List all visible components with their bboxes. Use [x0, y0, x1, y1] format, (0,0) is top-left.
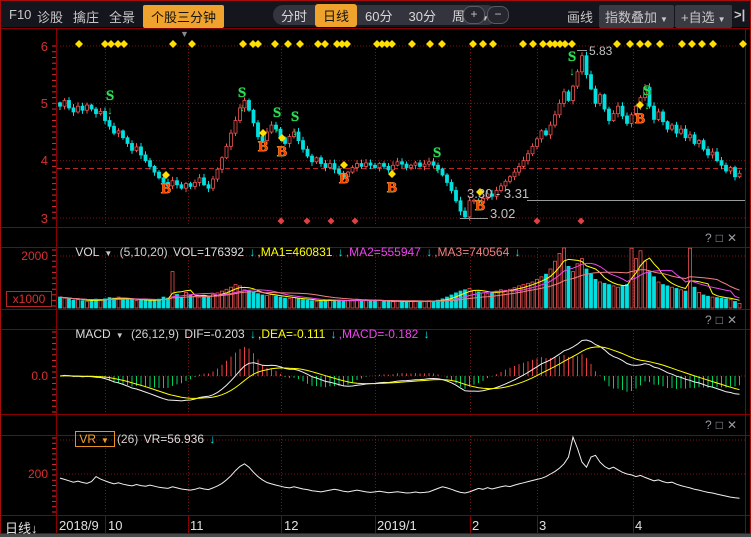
buy-marker: B	[635, 111, 645, 127]
draw-line-button[interactable]: 画线	[567, 7, 593, 26]
vol-indicator-selector[interactable]: VOL▼	[75, 245, 114, 259]
sell-marker: S	[643, 83, 651, 99]
buy-marker: B	[258, 139, 268, 155]
chevron-down-icon: ▼	[101, 436, 109, 445]
sell-arrow-icon: ↓	[434, 162, 440, 174]
vol-ma2-value: ,MA2=555947	[346, 245, 424, 259]
sell-marker: S	[273, 105, 281, 121]
vol-ma3-value: ,MA3=740564	[434, 245, 512, 259]
qinzhuang-button[interactable]: 擒庄	[73, 7, 99, 26]
down-arrow-icon: ↓	[338, 245, 344, 259]
x-label-7: 4	[635, 518, 642, 533]
peak-price-label: 5.83	[589, 44, 612, 58]
x-label-0: 2018/9	[59, 518, 99, 533]
add-watchlist-button[interactable]: +自选▼	[675, 5, 732, 28]
vol-panel-controls: ?□✕	[705, 231, 741, 245]
scroll-position-triangle-icon[interactable]: ▼	[180, 29, 189, 39]
help-icon[interactable]: ?	[705, 418, 716, 432]
main-ytick-5: 5	[0, 96, 48, 111]
down-arrow-icon: ↓	[209, 432, 215, 446]
vr-ytick-200: 200	[0, 467, 48, 481]
index-overlay-button[interactable]: 指数叠加▼	[599, 5, 674, 28]
x-label-2: 11	[190, 518, 204, 533]
sell-marker: S	[291, 109, 299, 125]
vol-scale-label: x1000	[6, 291, 52, 307]
down-arrow-icon: ↓	[331, 327, 337, 341]
stock-3min-button[interactable]: 个股三分钟	[143, 5, 224, 28]
chevron-down-icon: ▼	[104, 249, 112, 258]
tab-30min[interactable]: 30分	[401, 4, 444, 27]
buy-marker: B	[161, 181, 171, 197]
vr-panel-controls: ?□✕	[705, 418, 741, 432]
tab-fenshi[interactable]: 分时	[273, 4, 315, 27]
down-arrow-icon: ↓	[515, 245, 521, 259]
maximize-icon[interactable]: □	[716, 231, 727, 245]
sell-marker: S	[568, 49, 576, 65]
down-arrow-icon: ↓	[426, 245, 432, 259]
vol-ytick-2000: 2000	[0, 249, 48, 263]
macd-ytick-zero: 0.0	[0, 369, 48, 383]
chevron-down-icon: ▼	[718, 15, 726, 24]
vol-ma1-value: ,MA1=460831	[257, 245, 335, 259]
vol-panel-header: VOL▼ (5,10,20) VOL=176392 ↓,MA1=460831 ↓…	[62, 231, 523, 273]
x-label-1: 10	[108, 518, 122, 533]
tab-daily[interactable]: 日线	[315, 4, 357, 27]
sell-arrow-icon: ↓	[644, 100, 650, 112]
vol-params: (5,10,20)	[116, 245, 171, 259]
sell-marker: S	[106, 88, 114, 104]
down-arrow-icon: ↓	[424, 327, 430, 341]
vr-params: (26)	[117, 432, 142, 446]
vr-indicator-selector[interactable]: VR▼	[75, 431, 115, 447]
help-icon[interactable]: ?	[705, 313, 716, 327]
zoom-out-button[interactable]: −	[487, 6, 509, 24]
sell-arrow-icon: ↓	[292, 126, 298, 138]
vol-value: VOL=176392	[173, 245, 247, 259]
top-toolbar: F10 诊股 擒庄 全景 个股三分钟 分时 日线 60分 30分 周线▼ + −…	[1, 1, 750, 27]
vr-panel-header: VR▼(26) VR=56.936 ↓	[62, 418, 217, 460]
panorama-button[interactable]: 全景	[109, 7, 135, 26]
macd-params: (26,12,9)	[128, 327, 183, 341]
sell-marker: S	[238, 85, 246, 101]
f10-button[interactable]: F10	[9, 7, 31, 22]
maximize-icon[interactable]: □	[716, 313, 727, 327]
help-icon[interactable]: ?	[705, 231, 716, 245]
sell-marker: S	[433, 145, 441, 161]
vr-value: VR=56.936	[144, 432, 208, 446]
buy-marker: B	[387, 180, 397, 196]
zoom-in-button[interactable]: +	[463, 6, 485, 24]
down-arrow-icon: ↓	[249, 245, 255, 259]
x-label-5: 2	[472, 518, 479, 533]
buy-range-label: 3.30 - 3.31	[467, 186, 529, 201]
buy-marker: B	[339, 171, 349, 187]
down-arrow-icon: ↓	[250, 327, 256, 341]
tab-60min[interactable]: 60分	[357, 4, 400, 27]
collapse-panel-icon[interactable]: >|	[734, 7, 745, 22]
macd-panel-controls: ?□✕	[705, 313, 741, 327]
macd-value: ,MACD=-0.182	[339, 327, 422, 341]
dea-value: ,DEA=-0.111	[258, 327, 329, 341]
app-window: F10 诊股 擒庄 全景 个股三分钟 分时 日线 60分 30分 周线▼ + −…	[0, 0, 751, 537]
chevron-down-icon: ▼	[660, 15, 668, 24]
macd-indicator-selector[interactable]: MACD▼	[75, 327, 125, 341]
dif-value: DIF=-0.203	[184, 327, 248, 341]
maximize-icon[interactable]: □	[716, 418, 727, 432]
sell-arrow-icon: ↓	[274, 122, 280, 134]
sell-arrow-icon: ↓	[239, 102, 245, 114]
buy-marker: B	[277, 144, 287, 160]
diagnose-button[interactable]: 诊股	[37, 7, 63, 26]
x-label-3: 12	[284, 518, 298, 533]
close-icon[interactable]: ✕	[727, 313, 741, 327]
macd-panel-header: MACD▼ (26,12,9) DIF=-0.203 ↓,DEA=-0.111 …	[62, 313, 432, 355]
x-label-6: 3	[539, 518, 546, 533]
main-ytick-6: 6	[0, 39, 48, 54]
close-icon[interactable]: ✕	[727, 231, 741, 245]
main-ytick-3: 3	[0, 211, 48, 226]
low-price-label: 3.02	[490, 206, 515, 221]
close-icon[interactable]: ✕	[727, 418, 741, 432]
main-ytick-4: 4	[0, 153, 48, 168]
chevron-down-icon: ▼	[116, 331, 124, 340]
sell-arrow-icon: ↓	[107, 105, 113, 117]
x-label-4: 2019/1	[377, 518, 417, 533]
sell-arrow-icon: ↓	[569, 66, 575, 78]
